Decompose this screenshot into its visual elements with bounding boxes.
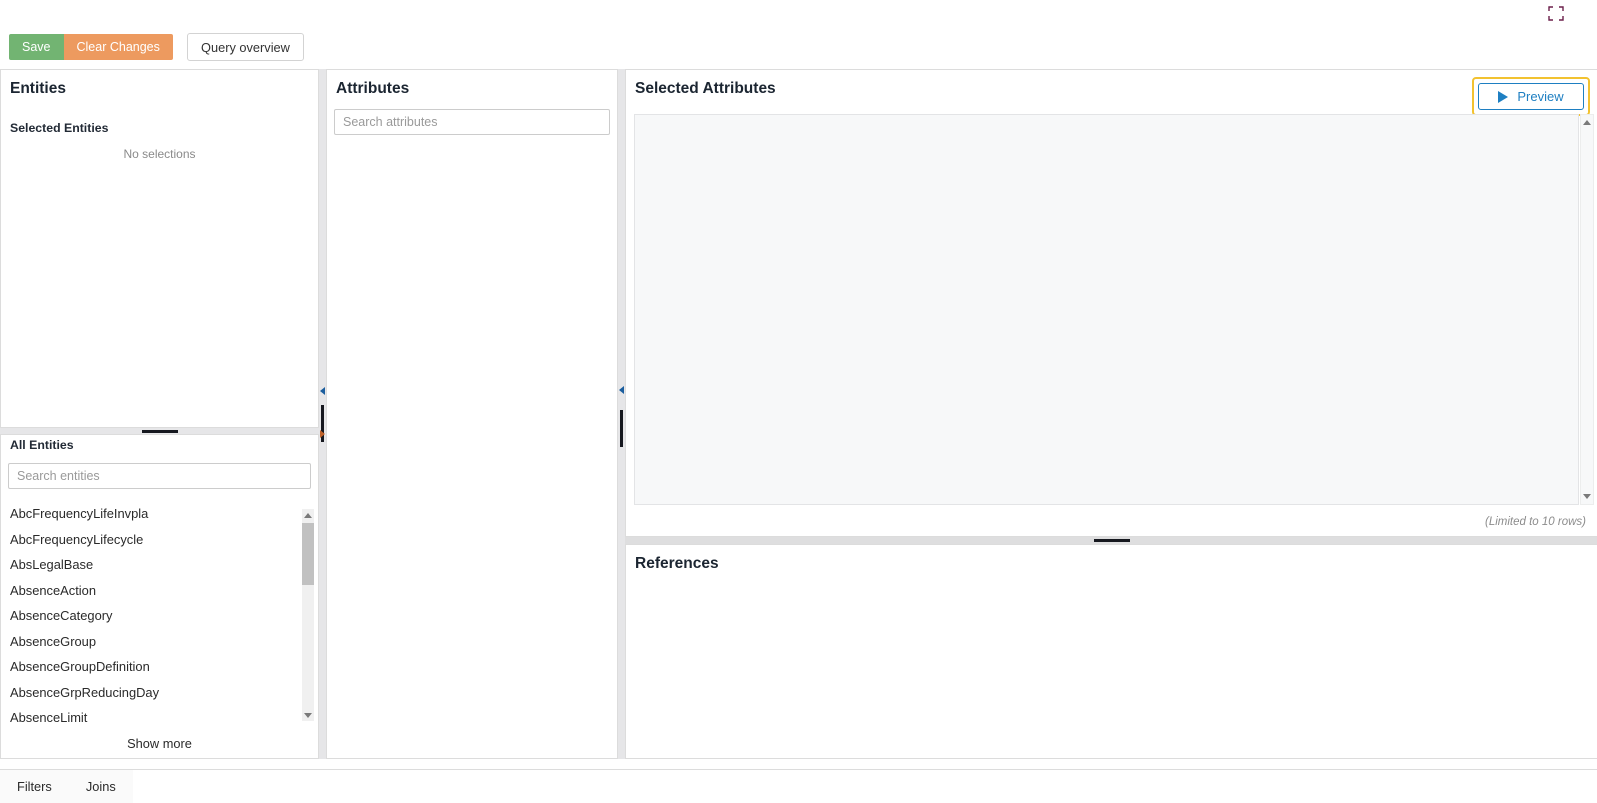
entities-list[interactable]: AbcFrequencyLifeInvpla AbcFrequencyLifec… [2, 501, 318, 727]
bottom-tab-list: Filters Joins [0, 770, 133, 803]
search-attributes-input[interactable] [334, 109, 610, 135]
scroll-down-icon[interactable] [302, 709, 314, 721]
entities-resizer-grip[interactable] [141, 430, 178, 433]
preview-button-focus-ring: Preview [1472, 77, 1590, 116]
collapse-left-icon[interactable] [320, 387, 325, 395]
entities-list-scrollbar[interactable] [302, 509, 314, 721]
preview-result-area [634, 114, 1579, 505]
bottom-bar: Filters Joins [0, 769, 1597, 803]
attributes-selected-splitter[interactable] [618, 69, 625, 759]
tab-joins[interactable]: Joins [69, 770, 133, 803]
scroll-down-icon[interactable] [1581, 490, 1593, 503]
list-item[interactable]: AbsenceGroupDefinition [2, 654, 318, 680]
all-entities-label: All Entities [10, 438, 74, 452]
list-item[interactable]: AbsenceCategory [2, 603, 318, 629]
toolbar-button-group: Save Clear Changes [9, 34, 173, 60]
no-selections-text: No selections [123, 147, 196, 161]
query-overview-button[interactable]: Query overview [187, 33, 304, 61]
attributes-title: Attributes [336, 80, 410, 97]
collapse-right-icon[interactable] [320, 430, 325, 438]
selected-attributes-title: Selected Attributes [635, 80, 776, 97]
references-resizer[interactable] [625, 537, 1597, 544]
list-item[interactable]: AbsLegalBase [2, 552, 318, 578]
references-resizer-grip[interactable] [1094, 539, 1130, 542]
list-item[interactable]: AbcFrequencyLifecycle [2, 527, 318, 553]
query-builder-app: Save Clear Changes Query overview Entiti… [0, 0, 1597, 803]
preview-button-label: Preview [1517, 89, 1564, 104]
top-bar [0, 0, 1597, 26]
splitter-grip[interactable] [620, 410, 623, 447]
list-item[interactable]: AbsenceLimit [2, 705, 318, 727]
show-more-button[interactable]: Show more [1, 736, 318, 751]
clear-changes-button[interactable]: Clear Changes [63, 34, 173, 60]
list-item[interactable]: AbsenceGrpReducingDay [2, 680, 318, 706]
toolbar: Save Clear Changes Query overview [0, 26, 1597, 69]
scroll-up-icon[interactable] [1581, 116, 1593, 129]
limited-rows-note: (Limited to 10 rows) [1485, 516, 1586, 528]
preview-scrollbar[interactable] [1580, 114, 1594, 505]
references-title: References [635, 555, 719, 572]
scrollbar-thumb[interactable] [302, 523, 314, 585]
preview-button[interactable]: Preview [1478, 83, 1584, 110]
selected-attributes-panel: Selected Attributes Preview (Limited to … [625, 69, 1597, 537]
references-panel: References [625, 544, 1597, 759]
entities-title: Entities [10, 80, 66, 97]
tab-filters[interactable]: Filters [0, 770, 69, 803]
entities-panel: Entities Selected Entities No selections [0, 69, 319, 428]
list-item[interactable]: AbsenceGroup [2, 629, 318, 655]
all-entities-panel: All Entities AbcFrequencyLifeInvpla AbcF… [0, 434, 319, 759]
expand-fullscreen-icon[interactable] [1548, 6, 1564, 21]
selected-entities-label: Selected Entities [10, 121, 109, 135]
entities-attributes-splitter[interactable] [319, 69, 326, 759]
list-item[interactable]: AbsenceAction [2, 578, 318, 604]
scroll-up-icon[interactable] [302, 509, 314, 521]
collapse-left-icon[interactable] [619, 386, 624, 394]
search-entities-input[interactable] [8, 463, 311, 489]
list-item[interactable]: AbcFrequencyLifeInvpla [2, 501, 318, 527]
save-button[interactable]: Save [9, 34, 64, 60]
play-triangle-icon [1498, 90, 1509, 103]
attributes-panel: Attributes [326, 69, 618, 759]
